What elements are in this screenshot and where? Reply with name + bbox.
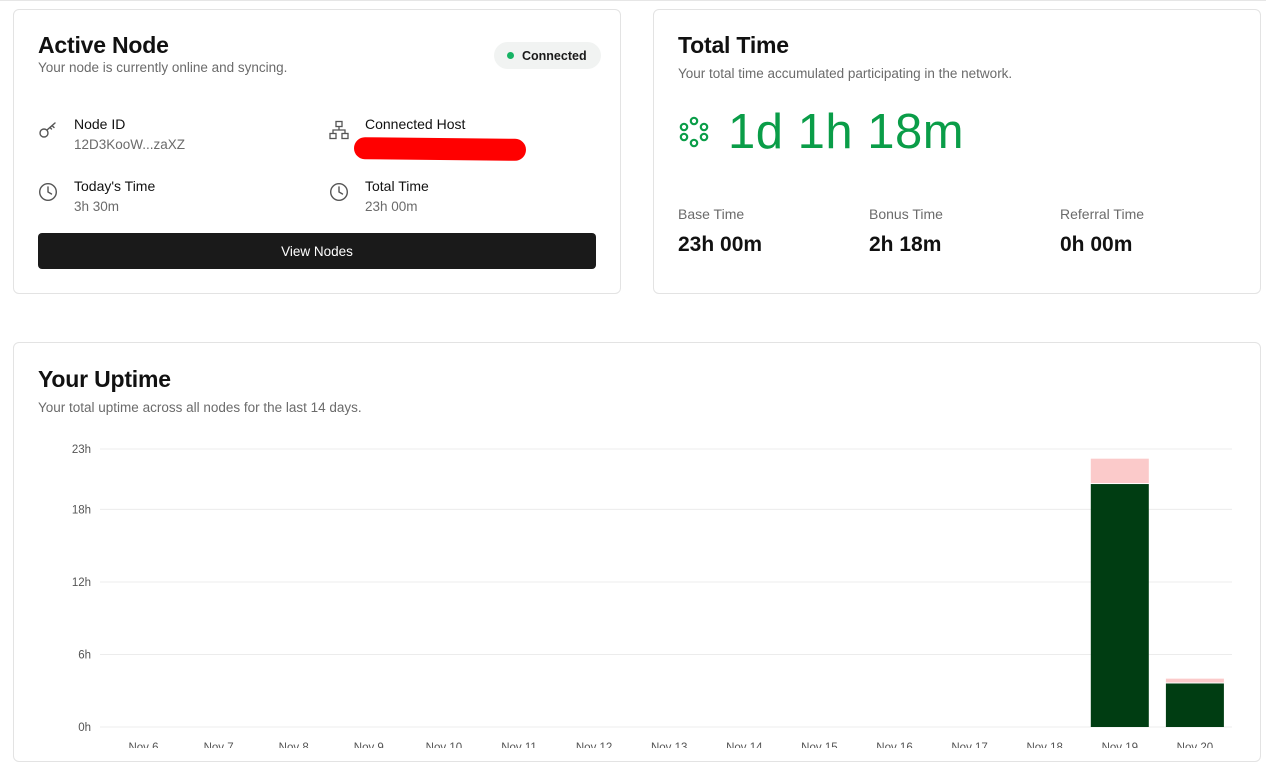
chart-bar-bonus[interactable] xyxy=(1165,678,1224,683)
x-tick-label: Nov 11 xyxy=(501,742,537,748)
x-tick-label: Nov 10 xyxy=(426,742,462,748)
x-tick-label: Nov 6 xyxy=(128,742,158,748)
x-tick-label: Nov 19 xyxy=(1102,742,1138,748)
x-tick-label: Nov 17 xyxy=(951,742,987,748)
y-tick-label: 12h xyxy=(72,577,91,589)
x-tick-label: Nov 18 xyxy=(1026,742,1062,748)
chart-bar-bonus[interactable] xyxy=(1090,458,1149,484)
x-tick-label: Nov 16 xyxy=(876,742,912,748)
x-tick-label: Nov 12 xyxy=(576,742,612,748)
x-tick-label: Nov 15 xyxy=(801,742,837,748)
y-tick-label: 23h xyxy=(72,444,91,456)
x-tick-label: Nov 9 xyxy=(354,742,384,748)
x-tick-label: Nov 8 xyxy=(279,742,309,748)
chart-bar-base[interactable] xyxy=(1165,683,1224,727)
x-tick-label: Nov 7 xyxy=(204,742,234,748)
x-tick-label: Nov 13 xyxy=(651,742,687,748)
y-tick-label: 18h xyxy=(72,504,91,516)
chart-bar-base[interactable] xyxy=(1090,484,1149,727)
uptime-chart: 0h 6h 12h 18h 23h Nov 6 Nov 7 Nov 8 Nov 9 Nov 10 N… xyxy=(72,444,1232,748)
x-tick-label: Nov 20 xyxy=(1177,742,1213,748)
x-tick-label: Nov 14 xyxy=(726,742,763,748)
y-tick-label: 6h xyxy=(78,649,91,661)
y-tick-label: 0h xyxy=(78,722,91,734)
